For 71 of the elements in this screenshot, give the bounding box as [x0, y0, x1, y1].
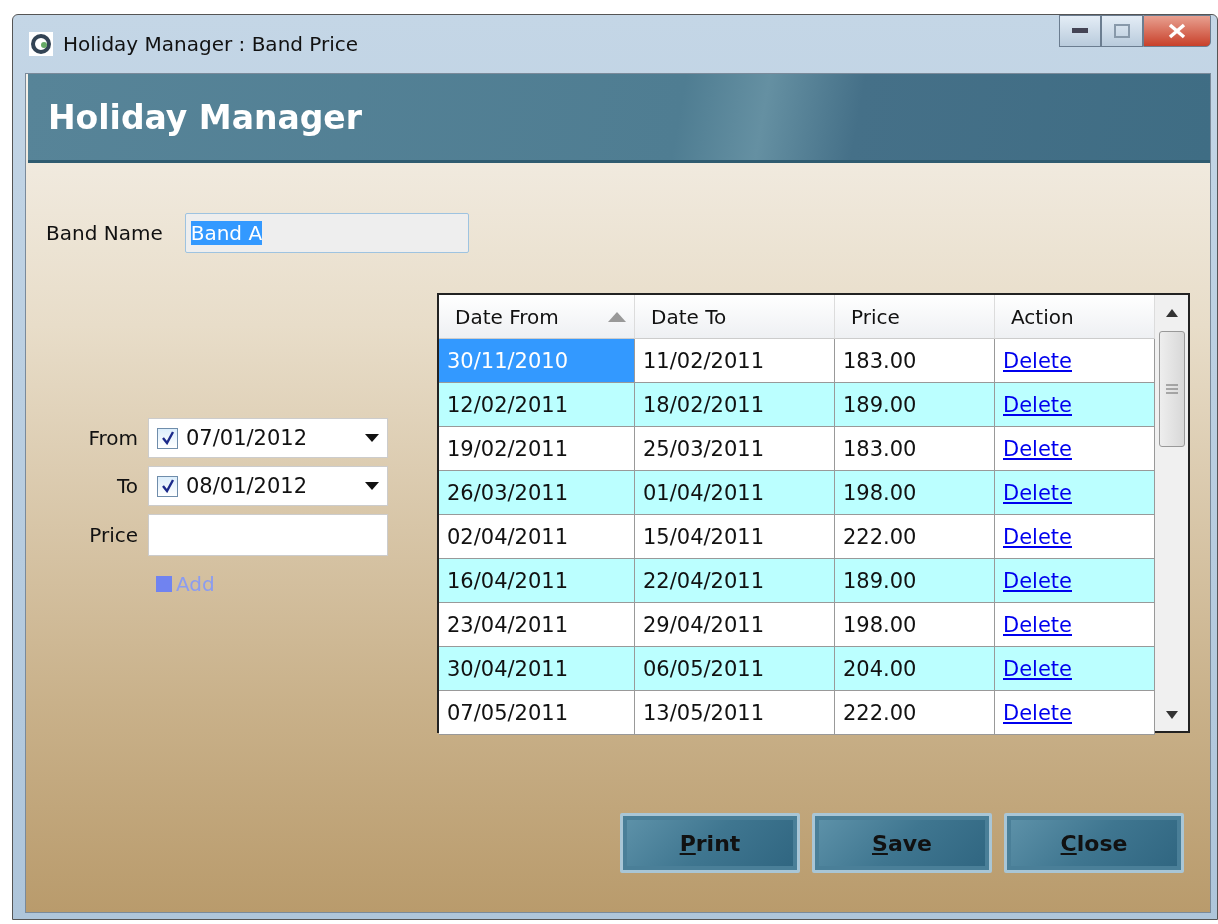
table-cell: 07/05/2011 — [439, 691, 635, 735]
scroll-up-icon[interactable] — [1165, 309, 1178, 317]
column-header[interactable]: Price — [835, 295, 995, 339]
delete-link[interactable]: Delete — [1003, 612, 1072, 637]
delete-link[interactable]: Delete — [1003, 436, 1072, 461]
dropdown-caret-icon[interactable] — [365, 434, 379, 442]
checkmark-icon — [160, 479, 175, 493]
table-cell: 189.00 — [835, 559, 995, 603]
column-header[interactable]: Date To — [635, 295, 835, 339]
column-header[interactable]: Action — [995, 295, 1155, 339]
table-cell: 18/02/2011 — [635, 383, 835, 427]
table-cell: 26/03/2011 — [439, 471, 635, 515]
column-header[interactable]: Date From — [439, 295, 635, 339]
table-cell: 30/04/2011 — [439, 647, 635, 691]
maximize-icon — [1114, 24, 1130, 38]
table-cell: 198.00 — [835, 471, 995, 515]
scrollbar-thumb[interactable] — [1158, 331, 1185, 447]
sort-arrow-icon — [608, 312, 626, 322]
date-value: 08/01/2012 — [186, 474, 309, 498]
close-window-button[interactable] — [1143, 15, 1211, 47]
price-field[interactable] — [148, 514, 388, 556]
table-cell: 11/02/2011 — [635, 339, 835, 383]
maximize-button[interactable] — [1101, 15, 1143, 47]
checkmark-icon — [160, 431, 175, 445]
table-cell: 13/05/2011 — [635, 691, 835, 735]
table-cell: 183.00 — [835, 427, 995, 471]
table-cell: 06/05/2011 — [635, 647, 835, 691]
table-cell: 198.00 — [835, 603, 995, 647]
table-cell: 19/02/2011 — [439, 427, 635, 471]
minimize-button[interactable] — [1059, 15, 1101, 47]
field-label: Band Name — [46, 221, 163, 245]
field-value: Band A — [190, 221, 263, 245]
checkbox[interactable] — [157, 475, 178, 497]
table-cell: 183.00 — [835, 339, 995, 383]
delete-link[interactable]: Delete — [1003, 524, 1072, 549]
field-label: To — [116, 474, 138, 498]
date-picker[interactable]: 08/01/2012 — [148, 466, 388, 506]
square-icon — [156, 576, 172, 592]
table-cell: 01/04/2011 — [635, 471, 835, 515]
date-value: 07/01/2012 — [186, 426, 309, 450]
checkbox[interactable] — [157, 427, 178, 449]
scroll-down-icon[interactable] — [1165, 711, 1178, 719]
date-picker[interactable]: 07/01/2012 — [148, 418, 388, 458]
table-cell: 30/11/2010 — [439, 339, 635, 383]
table-cell: 23/04/2011 — [439, 603, 635, 647]
scrollbar[interactable] — [1155, 295, 1188, 731]
table-cell: 12/02/2011 — [439, 383, 635, 427]
action-button[interactable]: Print — [620, 813, 800, 873]
field-label: From — [88, 426, 138, 450]
table-cell: 189.00 — [835, 383, 995, 427]
action-button[interactable]: Close — [1004, 813, 1184, 873]
delete-link[interactable]: Delete — [1003, 700, 1072, 725]
delete-link[interactable]: Delete — [1003, 348, 1072, 373]
table-cell: 204.00 — [835, 647, 995, 691]
table-cell: 222.00 — [835, 691, 995, 735]
table-cell: 02/04/2011 — [439, 515, 635, 559]
window-title: Holiday Manager : Band Price — [63, 32, 359, 56]
close-icon — [1168, 23, 1186, 39]
app-icon — [29, 32, 53, 56]
grip-icon — [1165, 384, 1178, 394]
table-cell: 222.00 — [835, 515, 995, 559]
minimize-icon — [1072, 28, 1088, 34]
header-title: Holiday Manager — [48, 97, 362, 137]
table-cell: 25/03/2011 — [635, 427, 835, 471]
dropdown-caret-icon[interactable] — [365, 482, 379, 490]
table-cell: 29/04/2011 — [635, 603, 835, 647]
field-label: Price — [89, 523, 138, 547]
table-cell: 22/04/2011 — [635, 559, 835, 603]
table-cell: 16/04/2011 — [439, 559, 635, 603]
table-cell: 15/04/2011 — [635, 515, 835, 559]
action-button[interactable]: Save — [812, 813, 992, 873]
